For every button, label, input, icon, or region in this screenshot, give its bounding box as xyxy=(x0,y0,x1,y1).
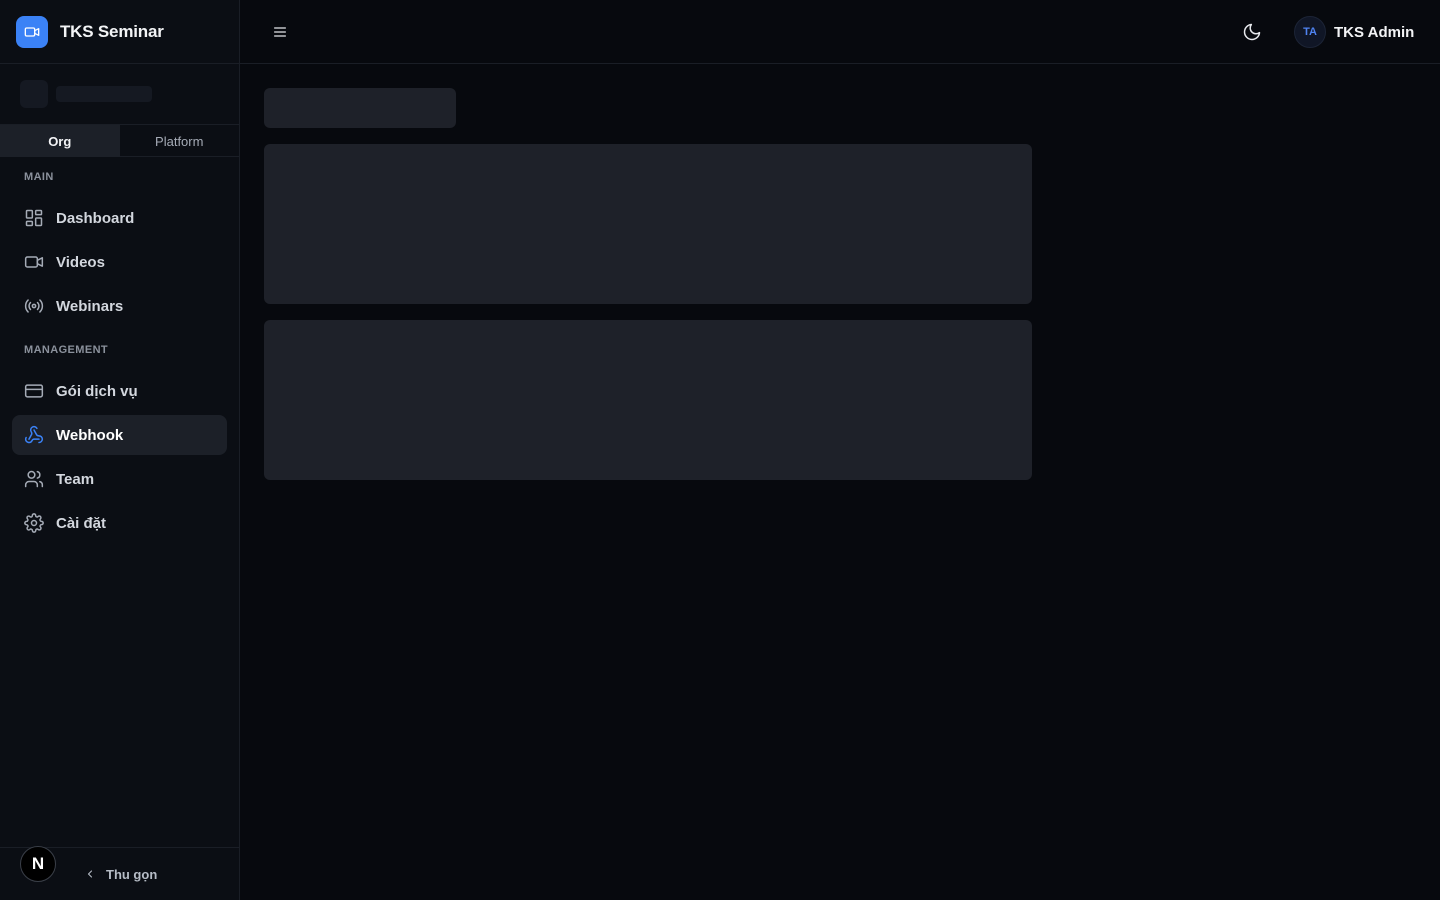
users-icon xyxy=(24,469,44,489)
sidebar-item-videos[interactable]: Videos xyxy=(12,242,227,282)
sidebar-item-team[interactable]: Team xyxy=(12,459,227,499)
dashboard-grid-icon xyxy=(24,208,44,228)
section-label-main: MAIN xyxy=(24,171,54,183)
org-name-skeleton xyxy=(56,86,152,102)
gear-icon xyxy=(24,513,44,533)
brand[interactable]: TKS Seminar xyxy=(0,0,239,64)
avatar: TA xyxy=(1294,16,1326,48)
sidebar-item-label: Webinars xyxy=(56,297,124,315)
sidebar-item-label: Team xyxy=(56,470,95,488)
sidebar-item-label: Gói dịch vụ xyxy=(56,382,138,400)
user-name: TKS Admin xyxy=(1334,23,1415,41)
sidebar-item-label: Webhook xyxy=(56,426,124,444)
content-card-skeleton xyxy=(264,144,1032,304)
tab-org[interactable]: Org xyxy=(0,125,120,157)
topbar: TA TKS Admin xyxy=(240,0,1440,64)
sidebar: TKS Seminar Org Platform MAIN Dashboard xyxy=(0,0,240,900)
brand-name: TKS Seminar xyxy=(60,21,164,41)
video-camera-icon xyxy=(24,252,44,272)
org-avatar-skeleton xyxy=(20,80,48,108)
user-menu[interactable]: TA TKS Admin xyxy=(1294,16,1414,48)
tab-platform[interactable]: Platform xyxy=(120,125,240,157)
org-switcher-skeleton xyxy=(0,64,239,125)
collapse-sidebar-button[interactable]: Thu gọn xyxy=(84,864,157,884)
broadcast-icon xyxy=(24,296,44,316)
moon-icon[interactable] xyxy=(1240,20,1264,44)
hamburger-menu-icon[interactable] xyxy=(268,20,292,44)
webhook-icon xyxy=(24,425,44,445)
sidebar-item-service-plans[interactable]: Gói dịch vụ xyxy=(12,371,227,411)
scope-tabs: Org Platform xyxy=(0,125,239,157)
sidebar-item-webhook[interactable]: Webhook xyxy=(12,415,227,455)
sidebar-item-label: Videos xyxy=(56,253,105,271)
sidebar-item-label: Dashboard xyxy=(56,209,135,227)
credit-card-icon xyxy=(24,381,44,401)
sidebar-item-label: Cài đặt xyxy=(56,514,107,532)
sidebar-item-dashboard[interactable]: Dashboard xyxy=(12,198,227,238)
video-camera-icon xyxy=(16,15,48,48)
chevron-left-icon xyxy=(84,868,96,880)
sidebar-item-webinars[interactable]: Webinars xyxy=(12,286,227,326)
content-card-skeleton xyxy=(264,320,1032,480)
dev-badge[interactable]: N xyxy=(20,846,56,882)
sidebar-item-settings[interactable]: Cài đặt xyxy=(12,503,227,543)
collapse-label: Thu gọn xyxy=(106,866,158,882)
sidebar-footer: N Thu gọn xyxy=(0,846,239,900)
page-title-skeleton xyxy=(264,88,456,128)
section-label-management: MANAGEMENT xyxy=(24,344,109,356)
app-root: TKS Seminar Org Platform MAIN Dashboard xyxy=(0,0,1440,900)
